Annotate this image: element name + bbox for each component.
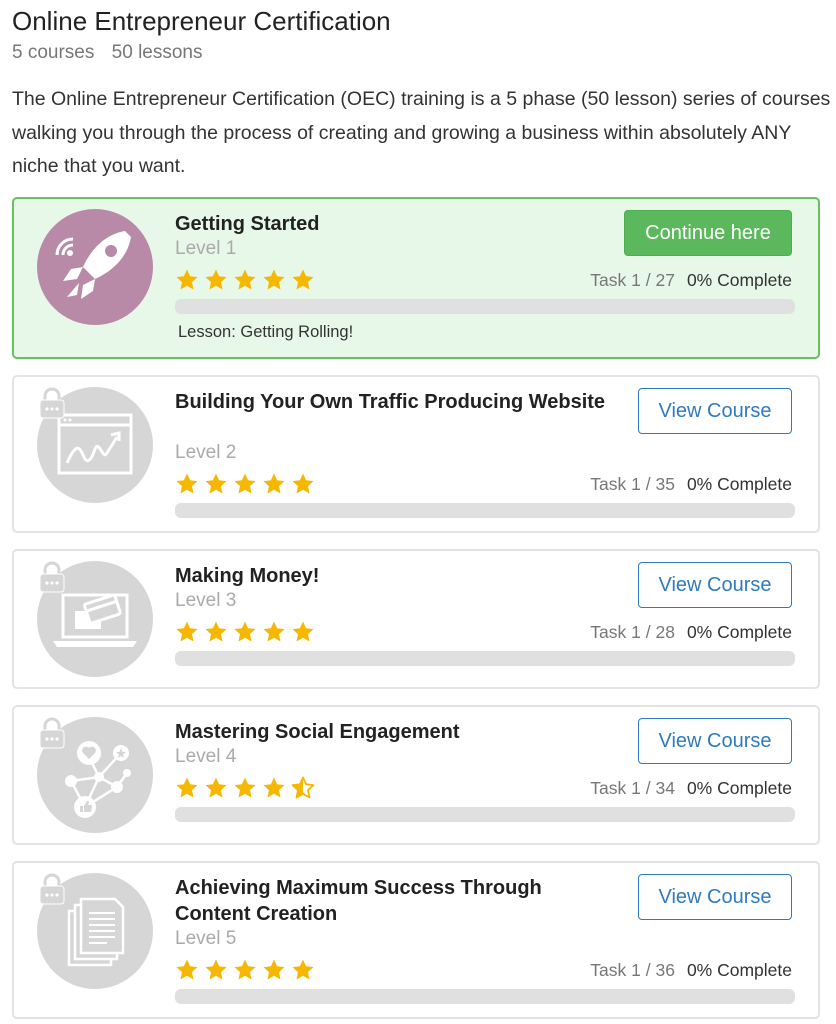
star-rating — [175, 620, 315, 646]
star-full-icon — [205, 621, 227, 642]
star-full-icon — [292, 269, 314, 290]
star-full-icon — [292, 959, 314, 980]
course-level: Level 5 — [175, 928, 237, 949]
percent-complete: 0% Complete — [686, 474, 792, 494]
star-full-icon — [234, 959, 256, 980]
star-full-icon — [263, 621, 285, 642]
star-full-icon — [263, 269, 285, 290]
course-title[interactable]: Building Your Own Traffic Producing Webs… — [175, 389, 615, 415]
course-level: Level 2 — [175, 442, 237, 463]
task-status: Task 1 / 36 0% Complete — [590, 960, 792, 981]
progress-bar — [175, 807, 795, 822]
star-full-icon — [292, 621, 314, 642]
percent-complete: 0% Complete — [686, 960, 792, 980]
view-course-button[interactable]: View Course — [638, 718, 792, 764]
star-full-icon — [205, 959, 227, 980]
progress-bar — [175, 503, 795, 518]
task-count: Task 1 / 27 — [590, 270, 675, 290]
star-full-icon — [176, 777, 198, 798]
star-full-icon — [176, 621, 198, 642]
star-full-icon — [234, 777, 256, 798]
view-course-button[interactable]: View Course — [638, 388, 792, 434]
star-full-icon — [234, 269, 256, 290]
star-full-icon — [205, 777, 227, 798]
course-card-getting-started[interactable]: Getting Started Level 1 Continue here Ta… — [12, 197, 820, 359]
star-full-icon — [205, 473, 227, 494]
task-status: Task 1 / 27 0% Complete — [590, 270, 792, 291]
star-full-icon — [176, 473, 198, 494]
page-description: The Online Entrepreneur Certification (O… — [12, 88, 831, 177]
star-full-icon — [176, 959, 198, 980]
star-full-icon — [263, 473, 285, 494]
progress-bar — [175, 651, 795, 666]
lessons-count: 50 lessons — [111, 42, 203, 63]
lock-icon — [39, 387, 65, 419]
percent-complete: 0% Complete — [686, 270, 792, 290]
course-card-making-money[interactable]: Making Money! Level 3 View Course Task 1… — [12, 549, 820, 689]
course-level: Level 4 — [175, 746, 237, 767]
star-rating — [175, 472, 315, 498]
star-full-icon — [176, 269, 198, 290]
star-full-icon — [234, 473, 256, 494]
star-rating — [175, 958, 315, 984]
course-title[interactable]: Achieving Maximum Success Through Conten… — [175, 875, 615, 927]
lock-icon — [39, 561, 65, 593]
progress-bar — [175, 989, 795, 1004]
continue-button[interactable]: Continue here — [624, 210, 792, 256]
rocket-icon — [55, 231, 131, 299]
course-card-content-creation[interactable]: Achieving Maximum Success Through Conten… — [12, 861, 820, 1019]
task-count: Task 1 / 35 — [590, 474, 675, 494]
star-half-icon — [291, 776, 315, 799]
star-full-icon — [263, 777, 285, 798]
star-full-icon — [205, 269, 227, 290]
star-rating — [175, 268, 315, 294]
course-title[interactable]: Getting Started — [175, 211, 615, 237]
course-meta: 5 courses 50 lessons — [12, 42, 215, 64]
view-course-button[interactable]: View Course — [638, 874, 792, 920]
star-full-icon — [234, 621, 256, 642]
courses-count: 5 courses — [12, 42, 95, 63]
task-status: Task 1 / 35 0% Complete — [590, 474, 792, 495]
star-full-icon — [263, 959, 285, 980]
task-status: Task 1 / 28 0% Complete — [590, 622, 792, 643]
course-level: Level 3 — [175, 590, 237, 611]
course-card-traffic-website[interactable]: Building Your Own Traffic Producing Webs… — [12, 375, 820, 533]
page-title: Online Entrepreneur Certification — [12, 6, 391, 36]
percent-complete: 0% Complete — [686, 622, 792, 642]
course-level: Level 1 — [175, 238, 237, 259]
course-icon-circle — [37, 209, 153, 325]
course-card-social-engagement[interactable]: Mastering Social Engagement Level 4 View… — [12, 705, 820, 845]
progress-bar — [175, 299, 795, 314]
star-full-icon — [292, 473, 314, 494]
course-title[interactable]: Mastering Social Engagement — [175, 719, 615, 745]
current-lesson[interactable]: Lesson: Getting Rolling! — [178, 323, 353, 342]
view-course-button[interactable]: View Course — [638, 562, 792, 608]
lock-icon — [39, 873, 65, 905]
task-status: Task 1 / 34 0% Complete — [590, 778, 792, 799]
task-count: Task 1 / 34 — [590, 778, 675, 798]
task-count: Task 1 / 28 — [590, 622, 675, 642]
star-rating — [175, 776, 315, 802]
course-title[interactable]: Making Money! — [175, 563, 615, 589]
task-count: Task 1 / 36 — [590, 960, 675, 980]
percent-complete: 0% Complete — [686, 778, 792, 798]
lock-icon — [39, 717, 65, 749]
course-list-page: Online Entrepreneur Certification 5 cour… — [0, 0, 836, 1024]
